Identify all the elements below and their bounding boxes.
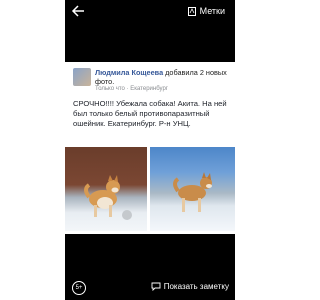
post-photo-1[interactable] xyxy=(65,147,147,231)
post-card: Людмила Кощеева добавила 2 новых фото. Т… xyxy=(65,62,235,234)
post-photo-2[interactable] xyxy=(150,147,235,231)
post-text: СРОЧНО!!!! Убежала собака! Акита. На ней… xyxy=(73,99,227,128)
tags-label: Метки xyxy=(199,6,225,16)
author-name[interactable]: Людмила Кощеева xyxy=(95,68,163,77)
show-note-button[interactable]: Показать заметку xyxy=(151,282,229,291)
post-header: Людмила Кощеева добавила 2 новых фото. xyxy=(95,68,231,86)
show-note-label: Показать заметку xyxy=(163,282,229,291)
post-time: Только что xyxy=(95,86,125,92)
comment-icon xyxy=(151,282,161,291)
phone-screen: Метки Людмила Кощеева добавила 2 новых ф… xyxy=(65,0,235,300)
share-icon[interactable]: 5+ xyxy=(72,281,86,295)
post-meta: Только что · Екатеринбург xyxy=(95,86,168,92)
post-location[interactable]: Екатеринбург xyxy=(130,86,168,92)
dog-illustration xyxy=(84,175,132,220)
avatar[interactable] xyxy=(73,68,91,86)
share-count: 5+ xyxy=(75,285,83,291)
dog-illustration xyxy=(173,172,212,212)
back-arrow-icon[interactable] xyxy=(71,4,85,18)
top-bar: Метки xyxy=(65,0,235,24)
tag-icon xyxy=(187,6,196,16)
tags-button[interactable]: Метки xyxy=(187,6,225,16)
bottom-bar: 5+ Показать заметку xyxy=(65,278,235,300)
